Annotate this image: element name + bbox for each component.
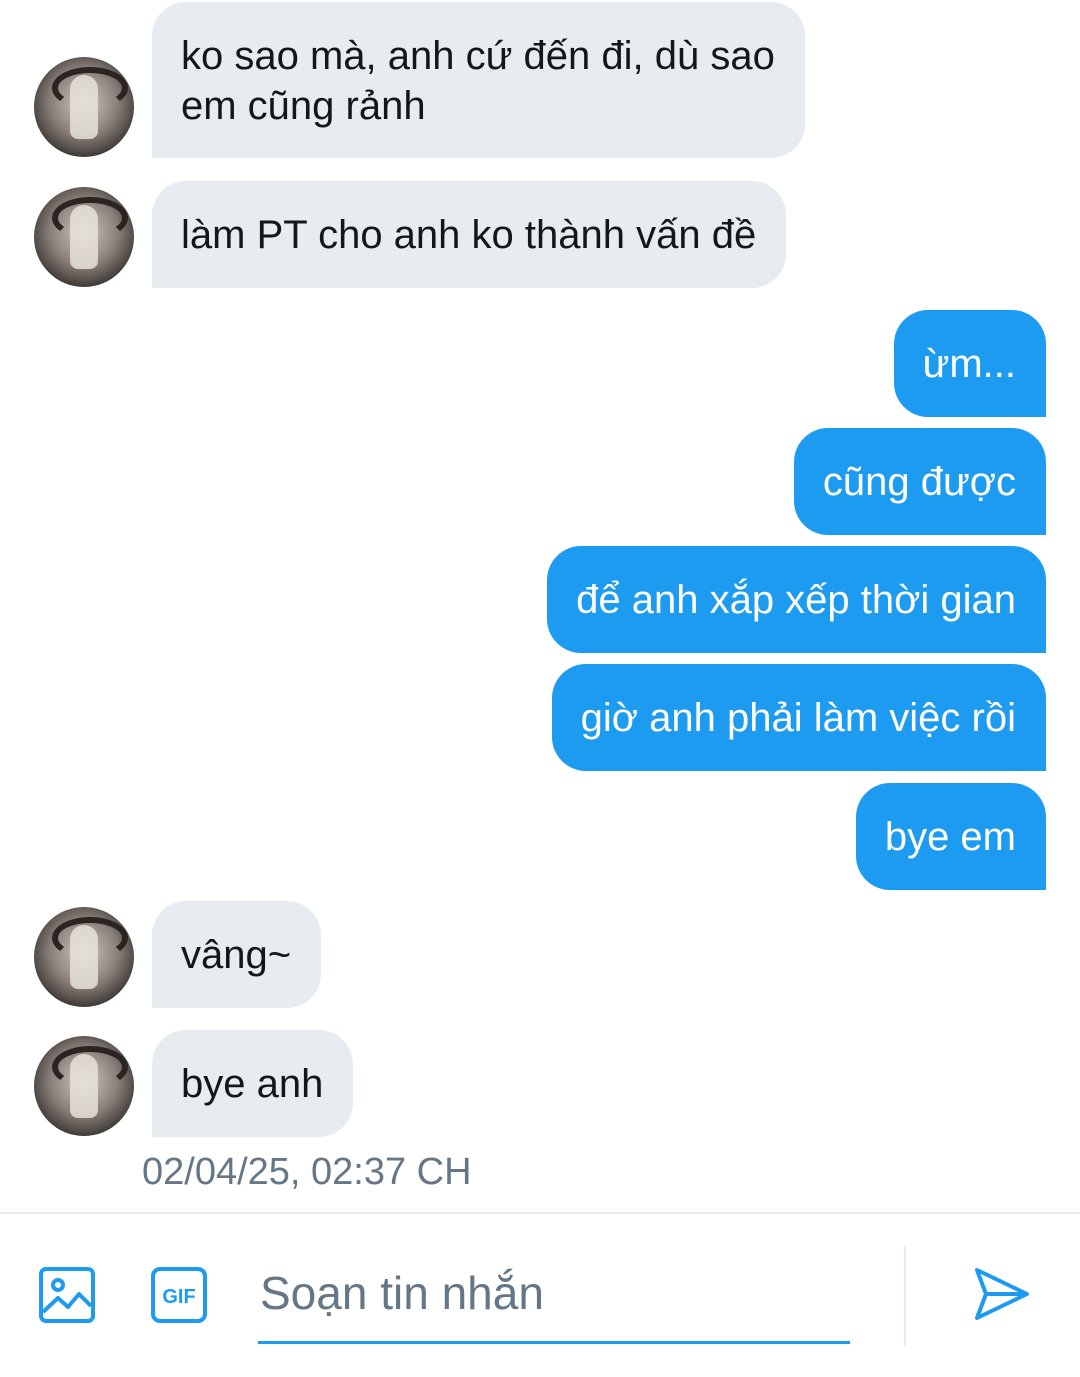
message-input[interactable]: [258, 1254, 850, 1344]
message-bubble-outgoing[interactable]: bye em: [855, 783, 1046, 890]
message-text: ừm...: [922, 342, 1016, 386]
contact-avatar[interactable]: [34, 57, 134, 157]
contact-avatar[interactable]: [34, 907, 134, 1007]
message-text: bye em: [884, 815, 1016, 859]
message-bubble-incoming[interactable]: ko sao mà, anh cứ đến đi, dù sao em cũng…: [152, 2, 805, 158]
message-bubble-outgoing[interactable]: cũng được: [793, 428, 1046, 535]
gif-icon[interactable]: GIF: [150, 1266, 208, 1324]
gif-label: GIF: [162, 1286, 195, 1308]
contact-avatar[interactable]: [34, 187, 134, 287]
message-text: ko sao mà, anh cứ đến đi, dù sao: [181, 34, 775, 78]
message-text: giờ anh phải làm việc rồi: [580, 696, 1016, 740]
message-text: làm PT cho anh ko thành vấn đề: [181, 213, 757, 257]
message-bubble-outgoing[interactable]: để anh xắp xếp thời gian: [547, 546, 1046, 653]
message-composer: GIF: [0, 1212, 1080, 1377]
message-text: để anh xắp xếp thời gian: [576, 578, 1016, 622]
message-text: cũng được: [822, 460, 1016, 504]
send-icon[interactable]: [972, 1264, 1030, 1322]
message-text: vâng~: [181, 933, 292, 977]
message-timestamp: 02/04/25, 02:37 CH: [142, 1151, 472, 1193]
composer-divider: [904, 1246, 906, 1346]
image-icon[interactable]: [38, 1266, 96, 1324]
message-bubble-incoming[interactable]: làm PT cho anh ko thành vấn đề: [152, 181, 787, 288]
message-text: em cũng rảnh: [181, 84, 426, 128]
message-bubble-incoming[interactable]: bye anh: [152, 1030, 354, 1137]
message-bubble-incoming[interactable]: vâng~: [152, 901, 322, 1008]
contact-avatar[interactable]: [34, 1036, 134, 1136]
message-text: bye anh: [181, 1062, 324, 1106]
message-bubble-outgoing[interactable]: giờ anh phải làm việc rồi: [551, 664, 1046, 771]
message-bubble-outgoing[interactable]: ừm...: [893, 310, 1046, 417]
